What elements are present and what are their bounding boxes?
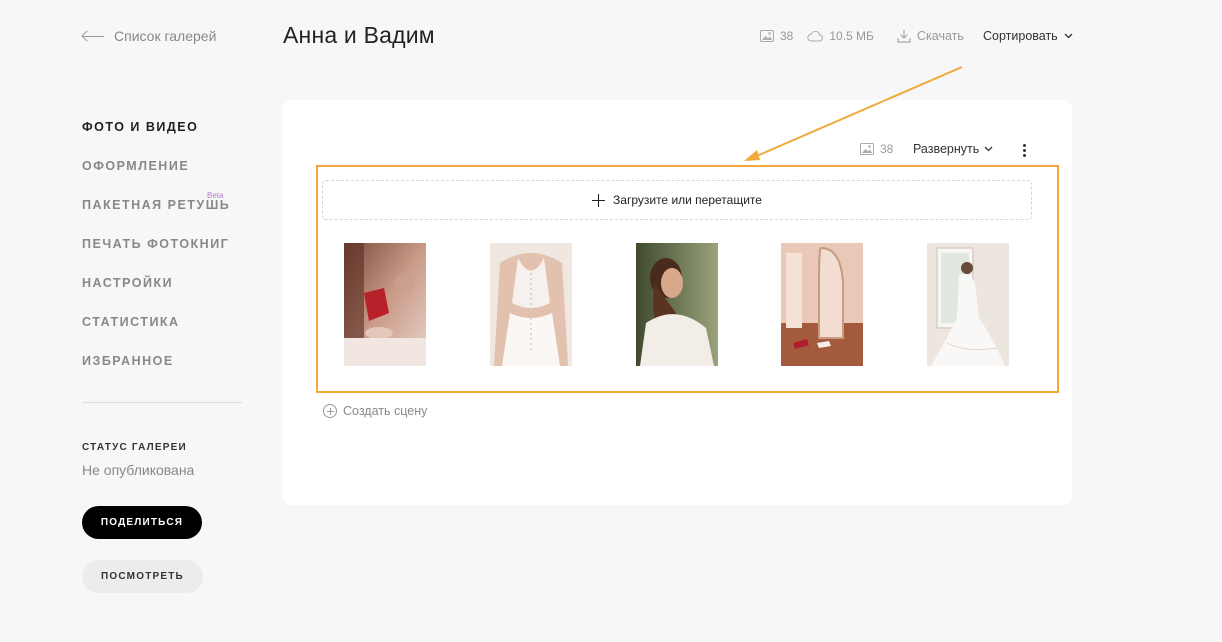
expand-label: Развернуть — [913, 142, 980, 156]
sidebar-item-batch-retouch[interactable]: ПАКЕТНАЯ РЕТУШЬ Beta — [82, 191, 231, 237]
sidebar-item-label: ОФОРМЛЕНИЕ — [82, 159, 190, 173]
photo-thumbnail-image — [781, 243, 863, 366]
share-button[interactable]: ПОДЕЛИТЬСЯ — [82, 506, 202, 539]
cloud-icon — [807, 30, 824, 41]
sidebar-item-label: НАСТРОЙКИ — [82, 276, 174, 290]
sidebar-item-label: ИЗБРАННОЕ — [82, 354, 174, 368]
page-title: Анна и Вадим — [283, 22, 435, 48]
photo-thumbnail-4[interactable] — [781, 243, 863, 366]
create-scene-label: Создать сцену — [343, 404, 428, 418]
plus-icon — [592, 193, 606, 207]
back-link-label: Список галерей — [114, 28, 217, 44]
photo-count-value: 38 — [780, 29, 794, 43]
sidebar-item-label: ПАКЕТНАЯ РЕТУШЬ — [82, 198, 231, 212]
sort-label: Сортировать — [983, 29, 1058, 43]
image-icon — [860, 143, 874, 155]
sidebar-item-label: ФОТО И ВИДЕО — [82, 120, 199, 134]
photo-thumbnail-image — [490, 243, 572, 366]
gallery-status-value: Не опубликована — [82, 462, 195, 478]
scene-photo-count: 38 — [860, 142, 893, 156]
view-button[interactable]: ПОСМОТРЕТЬ — [82, 560, 203, 593]
photo-thumbnail-image — [927, 243, 1009, 366]
photo-thumbnail-3[interactable] — [636, 243, 718, 366]
back-arrow-icon — [82, 29, 104, 43]
sidebar-nav: ФОТО И ВИДЕО ОФОРМЛЕНИЕ ПАКЕТНАЯ РЕТУШЬ B… — [82, 120, 230, 393]
download-label: Скачать — [917, 29, 964, 43]
chevron-down-icon — [1064, 33, 1073, 39]
expand-dropdown[interactable]: Развернуть — [913, 142, 993, 156]
chevron-down-icon — [984, 146, 993, 152]
photo-count: 38 — [760, 29, 793, 43]
image-icon — [760, 30, 774, 42]
storage-size-value: 10.5 МБ — [829, 29, 874, 43]
upload-label: Загрузите или перетащите — [613, 193, 762, 207]
create-scene-button[interactable]: Создать сцену — [323, 404, 427, 418]
gallery-status-heading: СТАТУС ГАЛЕРЕИ — [82, 442, 187, 453]
sort-dropdown[interactable]: Сортировать — [983, 29, 1073, 43]
sidebar-item-statistics[interactable]: СТАТИСТИКА — [82, 315, 230, 354]
upload-dropzone[interactable]: Загрузите или перетащите — [322, 180, 1032, 220]
photo-thumbnail-2[interactable] — [490, 243, 572, 366]
beta-badge: Beta — [207, 191, 224, 200]
gallery-meta: 38 10.5 МБ — [760, 29, 874, 43]
photo-thumbnail-image — [344, 243, 426, 366]
back-to-galleries-link[interactable]: Список галерей — [82, 28, 216, 44]
photo-thumbnail-1[interactable] — [344, 243, 426, 366]
sidebar-item-label: ПЕЧАТЬ ФОТОКНИГ — [82, 237, 230, 251]
sidebar-item-photobook-print[interactable]: ПЕЧАТЬ ФОТОКНИГ — [82, 237, 230, 276]
sidebar-item-settings[interactable]: НАСТРОЙКИ — [82, 276, 230, 315]
photo-thumbnail-image — [636, 243, 718, 366]
photo-thumbnail-5[interactable] — [927, 243, 1009, 366]
scene-photo-count-value: 38 — [880, 142, 894, 156]
sidebar-divider — [82, 402, 242, 403]
circle-plus-icon — [323, 404, 337, 418]
sidebar-item-label: СТАТИСТИКА — [82, 315, 180, 329]
sidebar-item-photo-video[interactable]: ФОТО И ВИДЕО — [82, 120, 230, 159]
sidebar-item-favorites[interactable]: ИЗБРАННОЕ — [82, 354, 230, 393]
download-icon — [897, 30, 911, 43]
download-button[interactable]: Скачать — [897, 29, 964, 43]
kebab-icon[interactable] — [1018, 142, 1030, 158]
storage-size: 10.5 МБ — [807, 29, 874, 43]
